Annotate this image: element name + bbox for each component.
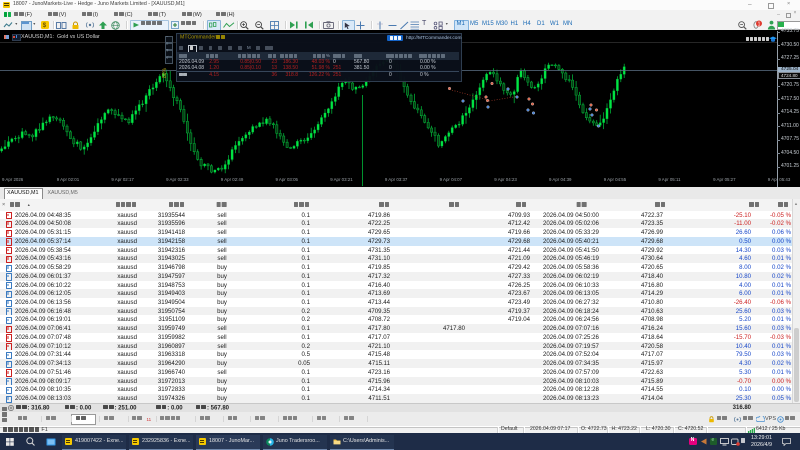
- svg-text:1: 1: [758, 21, 761, 27]
